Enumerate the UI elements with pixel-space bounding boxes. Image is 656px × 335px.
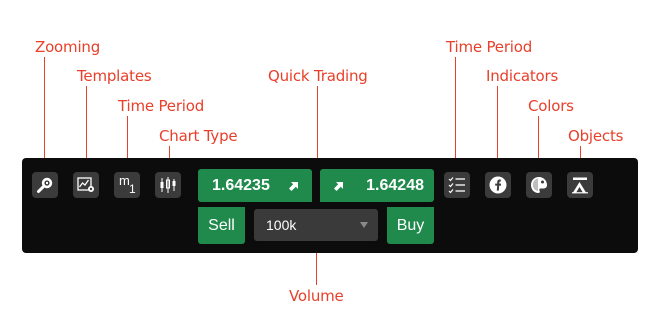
sell-price-button[interactable]: 1.64235 — [198, 169, 312, 202]
leader-zooming — [44, 57, 45, 172]
indicators-icon — [489, 176, 507, 194]
callout-volume: Volume — [289, 287, 344, 305]
arrow-up-right-icon — [334, 182, 343, 191]
callout-objects: Objects — [568, 127, 624, 145]
callout-time-period-left: Time Period — [118, 97, 205, 115]
sell-label: Sell — [208, 216, 235, 234]
callout-time-period-right: Time Period — [446, 38, 533, 56]
buy-price: 1.64248 — [366, 176, 424, 194]
buy-button[interactable]: Buy — [387, 207, 434, 244]
callout-zooming: Zooming — [35, 38, 101, 56]
arrow-up-right-icon — [289, 182, 298, 191]
callout-colors: Colors — [528, 97, 574, 115]
zoom-icon — [37, 177, 53, 193]
volume-value: 100k — [266, 217, 297, 233]
volume-select[interactable]: 100k — [254, 209, 378, 241]
objects-icon — [572, 177, 588, 194]
objects-button[interactable] — [567, 172, 593, 198]
sell-price: 1.64235 — [212, 176, 270, 194]
time-period-list-button[interactable] — [444, 172, 470, 198]
candlestick-icon — [160, 177, 176, 193]
callout-quick-trading: Quick Trading — [268, 67, 368, 85]
callout-chart-type: Chart Type — [159, 127, 238, 145]
buy-price-button[interactable]: 1.64248 — [320, 169, 434, 202]
zoom-button[interactable] — [32, 172, 58, 198]
callout-indicators: Indicators — [486, 67, 559, 85]
callout-templates: Templates — [77, 67, 152, 85]
list-icon — [448, 177, 465, 194]
buy-label: Buy — [396, 216, 425, 234]
period-sub-label: 1 — [129, 182, 136, 196]
sell-button[interactable]: Sell — [198, 207, 245, 244]
indicators-button[interactable] — [485, 172, 511, 198]
colors-icon — [531, 177, 547, 193]
chevron-down-icon — [360, 222, 368, 228]
colors-button[interactable] — [526, 172, 552, 198]
templates-button[interactable] — [73, 172, 99, 198]
templates-icon — [77, 177, 94, 192]
time-period-button[interactable]: m 1 — [114, 172, 140, 198]
leader-time-period-right — [455, 57, 456, 172]
chart-type-button[interactable] — [155, 172, 181, 198]
